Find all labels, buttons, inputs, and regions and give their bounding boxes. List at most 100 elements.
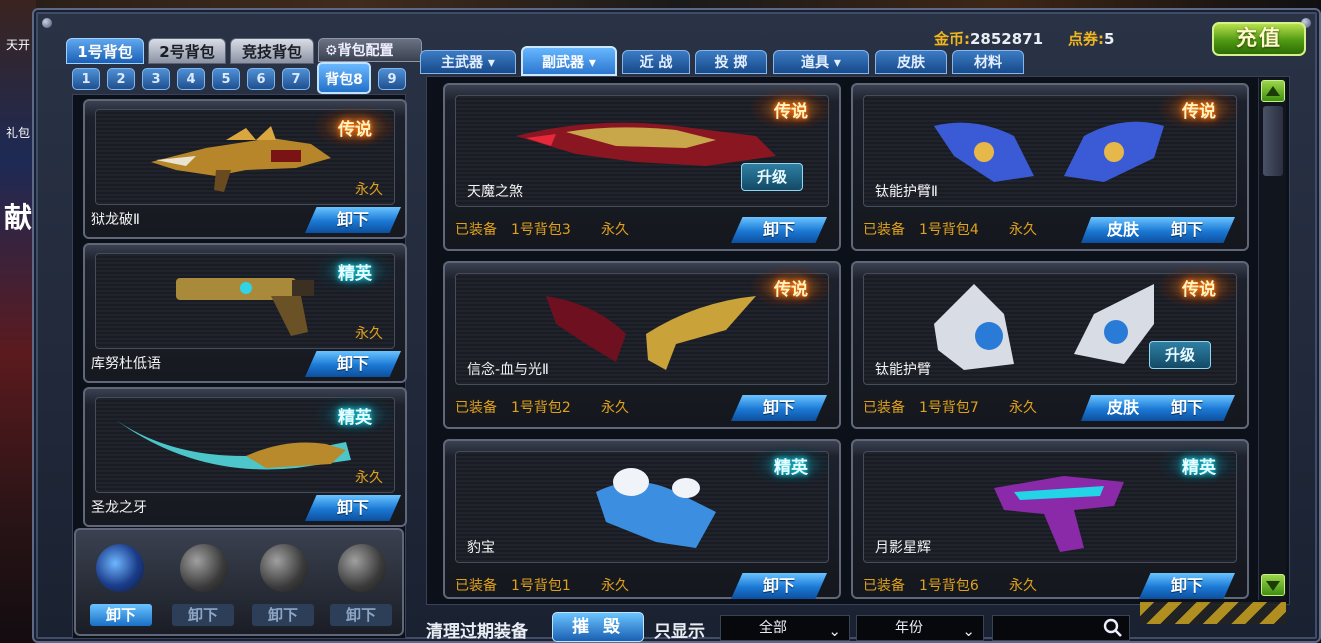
bag-number-6[interactable]: 6 [247, 68, 275, 90]
arrow-down-icon [1266, 581, 1280, 591]
tab-melee[interactable]: 近 战 [622, 50, 690, 74]
item-card[interactable]: 精英 豹宝 已装备 1号背包1 永久 卸下 [443, 439, 841, 599]
bag-slot: 1号背包4 [919, 222, 979, 238]
upgrade-button[interactable]: 升级 [741, 163, 803, 191]
bag-config-label: 背包配置 [337, 43, 394, 59]
item-grid: 传说 升级 天魔之煞 已装备 1号背包3 永久 卸下 传说 钛能护臂Ⅱ 已装备 … [426, 76, 1290, 605]
scrollbar[interactable] [1258, 78, 1286, 600]
gold-value: 2852871 [970, 30, 1044, 48]
item-card[interactable]: 传说 升级 钛能护臂 已装备 1号背包7 永久 皮肤 卸下 [851, 261, 1249, 429]
grenade-unequip-button[interactable]: 卸下 [252, 604, 314, 626]
triangle-down-icon: ▾ [829, 55, 841, 71]
duration-label: 永久 [601, 400, 629, 416]
filter-all-select[interactable]: 全部 ⌄ [720, 615, 850, 641]
bag-slot: 1号背包7 [919, 400, 979, 416]
equipped-card[interactable]: 传说 永久 狱龙破Ⅱ 卸下 [83, 99, 407, 239]
rarity-elite-badge: 精英 [751, 445, 831, 485]
unequip-button[interactable]: 卸下 [305, 495, 401, 521]
equipped-status: 已装备 [455, 222, 497, 238]
item-name: 天魔之煞 [467, 184, 523, 200]
background-fragment: 献 [3, 201, 32, 234]
rivet-icon [42, 18, 52, 28]
unequip-button[interactable]: 卸下 [731, 217, 827, 243]
search-icon[interactable] [1103, 618, 1123, 638]
unequip-button[interactable]: 卸下 [1139, 217, 1235, 243]
item-name: 狱龙破Ⅱ [91, 212, 140, 228]
recharge-button[interactable]: 充值 [1212, 22, 1306, 56]
grenade-unequip-button[interactable]: 卸下 [172, 604, 234, 626]
item-card[interactable]: 传说 钛能护臂Ⅱ 已装备 1号背包4 永久 皮肤 卸下 [851, 83, 1249, 251]
rarity-legend-badge: 传说 [751, 267, 831, 307]
rarity-legend-badge: 传说 [751, 89, 831, 129]
filter-year-value: 年份 [895, 620, 923, 636]
destroy-button[interactable]: 摧 毁 [552, 612, 644, 642]
scroll-down-button[interactable] [1261, 574, 1285, 596]
bag-number-9[interactable]: 9 [378, 68, 406, 90]
item-name: 库努杜低语 [91, 356, 161, 372]
duration-label: 永久 [1009, 222, 1037, 238]
tab-bag-2[interactable]: 2号背包 [148, 38, 226, 64]
upgrade-button[interactable]: 升级 [1149, 341, 1211, 369]
item-name: 月影星辉 [875, 540, 931, 556]
bag-config-button[interactable]: ⚙背包配置 [318, 38, 422, 62]
bag-number-4[interactable]: 4 [177, 68, 205, 90]
tab-label: 道具 [801, 55, 830, 71]
equipped-card[interactable]: 精英 永久 库努杜低语 卸下 [83, 243, 407, 383]
scroll-thumb[interactable] [1263, 106, 1283, 176]
bag-slot: 1号背包3 [511, 222, 571, 238]
item-name: 豹宝 [467, 540, 495, 556]
unequip-button[interactable]: 卸下 [731, 395, 827, 421]
chevron-down-icon: ⌄ [828, 622, 841, 640]
rarity-elite-badge: 精英 [315, 251, 395, 291]
bag-number-2[interactable]: 2 [107, 68, 135, 90]
item-name: 信念-血与光Ⅱ [467, 362, 549, 378]
tab-label: 主武器 [441, 55, 484, 71]
hazard-stripes [1140, 602, 1286, 624]
bag-number-8[interactable]: 背包8 [317, 62, 371, 94]
duration-label: 永久 [355, 470, 383, 486]
item-card[interactable]: 精英 月影星辉 已装备 1号背包6 永久 卸下 [851, 439, 1249, 599]
tab-secondary-weapon[interactable]: 副武器 ▾ [521, 46, 617, 76]
tab-skins[interactable]: 皮肤 [875, 50, 947, 74]
rarity-elite-badge: 精英 [1159, 445, 1239, 485]
item-name: 钛能护臂Ⅱ [875, 184, 938, 200]
rarity-legend-badge: 传说 [1159, 267, 1239, 307]
arrow-up-icon [1266, 86, 1280, 96]
grenade-unequip-button[interactable]: 卸下 [90, 604, 152, 626]
unequip-button[interactable]: 卸下 [1139, 395, 1235, 421]
bag-number-7[interactable]: 7 [282, 68, 310, 90]
rarity-legend-badge: 传说 [1159, 89, 1239, 129]
unequip-button[interactable]: 卸下 [731, 573, 827, 599]
gold-label: 金币: [934, 30, 970, 48]
bag-number-1[interactable]: 1 [72, 68, 100, 90]
grenade-image-icon [96, 544, 144, 592]
grenade-unequip-button[interactable]: 卸下 [330, 604, 392, 626]
tab-props[interactable]: 道具 ▾ [773, 50, 869, 74]
unequip-button[interactable]: 卸下 [1139, 573, 1235, 599]
equipped-status: 已装备 [455, 578, 497, 594]
tab-materials[interactable]: 材料 [952, 50, 1024, 74]
item-name: 圣龙之牙 [91, 500, 147, 516]
filter-year-select[interactable]: 年份 ⌄ [856, 615, 984, 641]
grenade-empty-icon [180, 544, 228, 592]
search-input[interactable] [992, 615, 1130, 641]
equipped-card[interactable]: 精英 永久 圣龙之牙 卸下 [83, 387, 407, 527]
equipped-status: 已装备 [455, 400, 497, 416]
item-card[interactable]: 传说 信念-血与光Ⅱ 已装备 1号背包2 永久 卸下 [443, 261, 841, 429]
scroll-up-button[interactable] [1261, 80, 1285, 102]
bag-number-5[interactable]: 5 [212, 68, 240, 90]
unequip-button[interactable]: 卸下 [305, 351, 401, 377]
item-card[interactable]: 传说 升级 天魔之煞 已装备 1号背包3 永久 卸下 [443, 83, 841, 251]
bag-number-3[interactable]: 3 [142, 68, 170, 90]
background-strip-left: 天开 礼包 献 [0, 0, 36, 643]
unequip-button[interactable]: 卸下 [305, 207, 401, 233]
points-value: 5 [1104, 30, 1115, 48]
points-display: 点券:5 [1068, 28, 1114, 49]
item-name: 钛能护臂 [875, 362, 931, 378]
tab-bag-arena[interactable]: 竞技背包 [230, 38, 314, 64]
tab-primary-weapon[interactable]: 主武器 ▾ [420, 50, 516, 74]
tab-throwing[interactable]: 投 掷 [695, 50, 767, 74]
bag-slot: 1号背包1 [511, 578, 571, 594]
grenade-empty-icon [338, 544, 386, 592]
tab-bag-1[interactable]: 1号背包 [66, 38, 144, 64]
